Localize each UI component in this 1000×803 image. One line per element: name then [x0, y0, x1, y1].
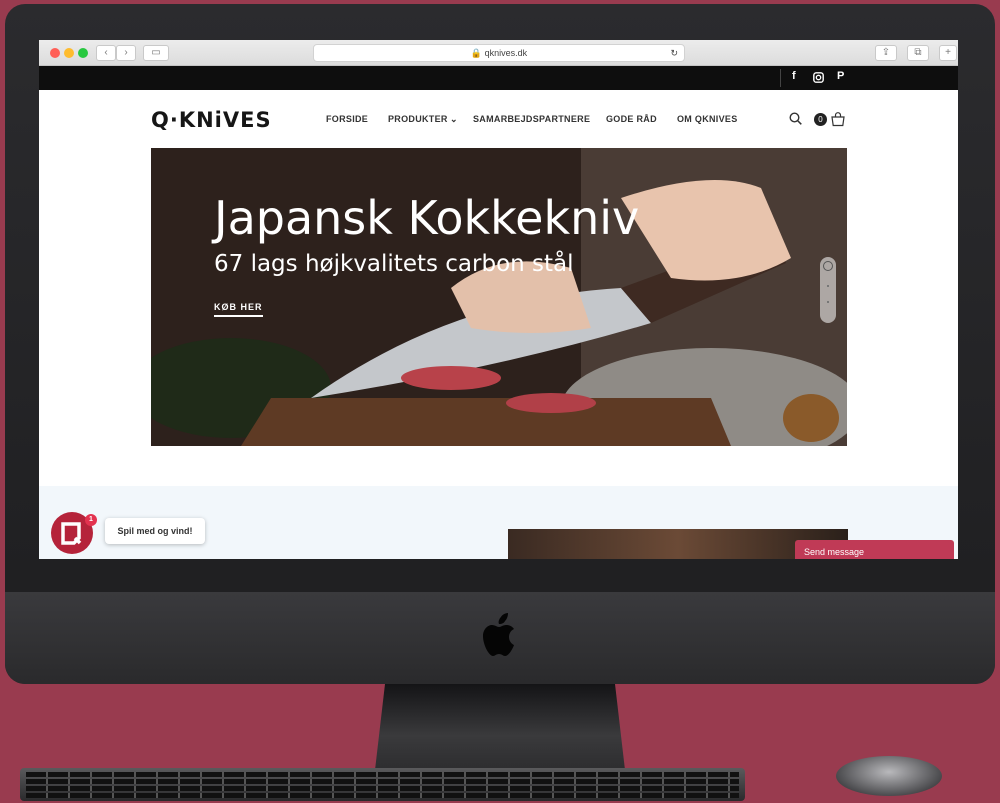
keyboard	[20, 768, 745, 801]
sidebar-icon: ▭	[151, 47, 161, 58]
slider-pagination[interactable]	[820, 257, 836, 323]
nav-produkter[interactable]: PRODUKTER	[388, 114, 448, 124]
close-window-button[interactable]	[50, 48, 60, 58]
cart-count-badge: 0	[814, 113, 827, 126]
keyboard-row	[26, 786, 739, 791]
browser-toolbar: ‹ › ▭ 🔒 qknives.dk ↻ ⇪ ⧉ +	[39, 40, 958, 66]
tabs-icon: ⧉	[914, 47, 922, 58]
nav-samarbejdspartnere[interactable]: SAMARBEJDSPARTNERE	[473, 114, 590, 124]
forward-button[interactable]: ›	[116, 45, 136, 61]
hero-banner[interactable]: Japansk Kokkekniv 67 lags højkvalitets c…	[151, 148, 847, 446]
reload-icon[interactable]: ↻	[670, 45, 678, 61]
keyboard-row	[26, 793, 739, 798]
buy-here-button[interactable]: KØB HER	[214, 302, 263, 317]
minimize-window-button[interactable]	[64, 48, 74, 58]
chevron-down-icon[interactable]: ⌄	[450, 114, 458, 125]
pinterest-icon[interactable]: P	[837, 70, 844, 82]
slider-dot[interactable]	[827, 285, 829, 287]
sidebar-toggle-button[interactable]: ▭	[143, 45, 169, 61]
notification-badge: 1	[85, 514, 97, 526]
game-tooltip[interactable]: Spil med og vind!	[105, 518, 205, 544]
top-bar: f P	[39, 66, 958, 90]
shopping-bag-icon[interactable]	[830, 111, 846, 127]
monitor-stand	[375, 684, 625, 770]
plus-icon: +	[945, 47, 951, 58]
chevron-right-icon: ›	[124, 47, 128, 58]
screen: ‹ › ▭ 🔒 qknives.dk ↻ ⇪ ⧉ + f P Q·KNiVES …	[39, 40, 958, 559]
maximize-window-button[interactable]	[78, 48, 88, 58]
facebook-icon[interactable]: f	[792, 70, 796, 82]
hero-title: Japansk Kokkekniv	[214, 191, 640, 245]
slider-dot[interactable]	[827, 301, 829, 303]
lock-icon: 🔒	[470, 48, 483, 58]
new-tab-button[interactable]: +	[939, 45, 957, 61]
send-message-button[interactable]: Send message	[795, 540, 954, 559]
url-text: qknives.dk	[484, 48, 528, 58]
share-button[interactable]: ⇪	[875, 45, 897, 61]
keyboard-row	[26, 772, 739, 777]
tabs-button[interactable]: ⧉	[907, 45, 929, 61]
hero-subtitle: 67 lags højkvalitets carbon stål	[214, 251, 574, 277]
address-bar[interactable]: 🔒 qknives.dk ↻	[313, 44, 685, 62]
share-icon: ⇪	[881, 47, 891, 58]
site-logo[interactable]: Q·KNiVES	[151, 108, 272, 132]
chevron-left-icon: ‹	[104, 47, 108, 58]
apple-logo-icon	[483, 613, 514, 656]
divider	[780, 69, 781, 87]
search-icon[interactable]	[789, 112, 802, 125]
slider-dot-active[interactable]	[823, 261, 833, 271]
instagram-icon[interactable]	[813, 72, 824, 83]
keyboard-row	[26, 779, 739, 784]
nav-forside[interactable]: FORSIDE	[326, 114, 368, 124]
nav-gode-raad[interactable]: GODE RÅD	[606, 114, 657, 124]
back-button[interactable]: ‹	[96, 45, 116, 61]
mouse	[836, 756, 942, 796]
nav-om-qknives[interactable]: OM QKNIVES	[677, 114, 738, 124]
